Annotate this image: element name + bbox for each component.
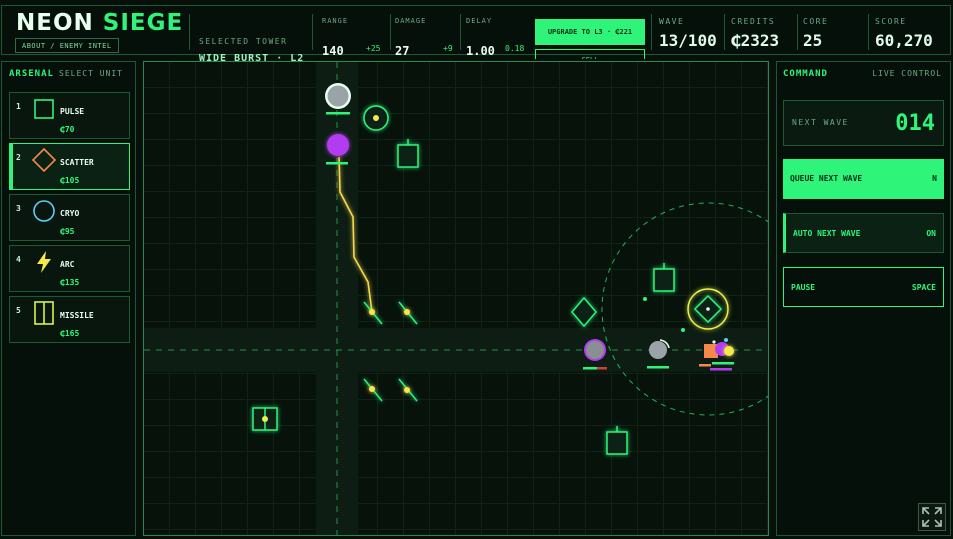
unit-cost: ₵95 — [60, 227, 75, 236]
damage-label: DAMAGE — [395, 17, 427, 25]
range-delta: +25 — [366, 44, 381, 53]
tower-missile[interactable] — [252, 407, 278, 431]
pause-label: PAUSE — [791, 283, 816, 292]
enemy-path — [144, 62, 768, 535]
about-enemy-intel-button[interactable]: ABOUT / ENEMY INTEL — [15, 38, 119, 53]
live-control-label: LIVE CONTROL — [872, 69, 942, 78]
unit-hotkey: 2 — [16, 153, 21, 162]
damage-delta: +9 — [443, 44, 453, 53]
core-value: 25 — [803, 31, 823, 50]
auto-next-wave-label: AUTO NEXT WAVE — [793, 229, 861, 238]
upgrade-tower-button[interactable]: UPGRADE TO L3 · ₵221 — [535, 19, 645, 45]
score-label: SCORE — [875, 17, 907, 26]
battlefield-canvas — [144, 62, 768, 535]
unit-card-arc[interactable]: 4 ARC ₵135 — [9, 245, 130, 292]
unit-cost: ₵105 — [60, 176, 80, 185]
wave-value: 13/100 — [659, 31, 717, 50]
arsenal-title: ARSENAL — [9, 69, 54, 79]
auto-next-wave-state: ON — [926, 229, 936, 238]
header-divider — [868, 14, 869, 50]
header-divider — [390, 14, 391, 50]
tower-range-indicator — [601, 202, 768, 416]
tower-scatter-selected[interactable] — [687, 288, 729, 330]
damage-value: 27 — [395, 44, 410, 58]
next-wave-display: NEXT WAVE 014 — [783, 100, 944, 146]
missile-icon — [34, 301, 54, 325]
header-divider — [189, 14, 190, 50]
header-divider — [797, 14, 798, 50]
unit-name: ARC — [60, 260, 75, 269]
arsenal-panel: ARSENAL SELECT UNIT 1 PULSE ₵70 2 SCATTE… — [1, 61, 136, 536]
unit-cost: ₵135 — [60, 278, 80, 287]
unit-hotkey: 1 — [16, 102, 21, 111]
wave-label: WAVE — [659, 17, 685, 26]
unit-card-pulse[interactable]: 1 PULSE ₵70 — [9, 92, 130, 139]
unit-hotkey: 4 — [16, 255, 21, 264]
arsenal-subtitle: SELECT UNIT — [59, 69, 123, 78]
arc-emitter — [363, 378, 383, 402]
projectile — [643, 297, 647, 301]
range-value: 140 — [322, 44, 344, 58]
command-panel: COMMAND LIVE CONTROL NEXT WAVE 014 QUEUE… — [776, 61, 951, 536]
header-divider — [312, 14, 313, 50]
unit-name: CRYO — [60, 209, 80, 218]
expand-icon — [922, 507, 942, 527]
tower-pulse[interactable] — [653, 263, 675, 292]
delay-value: 1.00 — [466, 44, 495, 58]
projectile — [681, 328, 685, 332]
tower-pulse[interactable] — [606, 426, 628, 455]
credits-value: ₵2323 — [731, 31, 780, 50]
unit-card-cryo[interactable]: 3 CRYO ₵95 — [9, 194, 130, 241]
selected-tower-label: SELECTED TOWER — [199, 37, 288, 46]
delay-delta: 0.18 — [505, 44, 525, 53]
unit-name: PULSE — [60, 107, 85, 116]
game-logo: NEON SIEGE — [16, 10, 183, 36]
next-wave-label: NEXT WAVE — [792, 118, 849, 127]
sell-tower-button[interactable]: SELL — [535, 49, 645, 59]
next-wave-value: 014 — [895, 111, 935, 136]
command-title: COMMAND — [783, 69, 828, 79]
score-value: 60,270 — [875, 31, 933, 50]
unit-name: SCATTER — [60, 158, 94, 167]
unit-card-missile[interactable]: 5 MISSILE ₵165 — [9, 296, 130, 343]
unit-card-scatter[interactable]: 2 SCATTER ₵105 — [9, 143, 130, 190]
tower-pulse[interactable] — [397, 139, 419, 168]
header-divider — [724, 14, 725, 50]
core-label: CORE — [803, 17, 829, 26]
lightning-icon — [37, 251, 51, 273]
unit-cost: ₵70 — [60, 125, 75, 134]
battlefield-map[interactable] — [143, 61, 769, 536]
queue-next-wave-button[interactable]: QUEUE NEXT WAVE N — [783, 159, 944, 199]
square-icon — [34, 99, 54, 119]
circle-icon — [33, 200, 55, 222]
arc-emitter — [398, 301, 418, 325]
range-label: RANGE — [322, 17, 349, 25]
diamond-icon — [32, 148, 56, 172]
tower-cryo[interactable] — [363, 105, 389, 131]
logo-word-neon: NEON — [16, 10, 94, 36]
unit-cost: ₵165 — [60, 329, 80, 338]
delay-label: DELAY — [466, 17, 493, 25]
fullscreen-button[interactable] — [918, 503, 946, 531]
top-bar: NEON SIEGE ABOUT / ENEMY INTEL SELECTED … — [1, 5, 951, 64]
queue-hotkey: N — [932, 174, 937, 183]
header-divider — [460, 14, 461, 50]
unit-hotkey: 3 — [16, 204, 21, 213]
auto-next-wave-toggle[interactable]: AUTO NEXT WAVE ON — [783, 213, 944, 253]
pause-button[interactable]: PAUSE SPACE — [783, 267, 944, 307]
arc-emitter — [398, 378, 418, 402]
unit-hotkey: 5 — [16, 306, 21, 315]
pause-hotkey: SPACE — [911, 283, 936, 292]
tower-scatter[interactable] — [571, 296, 597, 328]
queue-next-wave-label: QUEUE NEXT WAVE — [790, 174, 863, 183]
header-divider — [651, 14, 652, 50]
unit-name: MISSILE — [60, 311, 94, 320]
credits-label: CREDITS — [731, 17, 776, 26]
arc-emitter — [363, 301, 383, 325]
logo-word-siege: SIEGE — [102, 10, 184, 36]
